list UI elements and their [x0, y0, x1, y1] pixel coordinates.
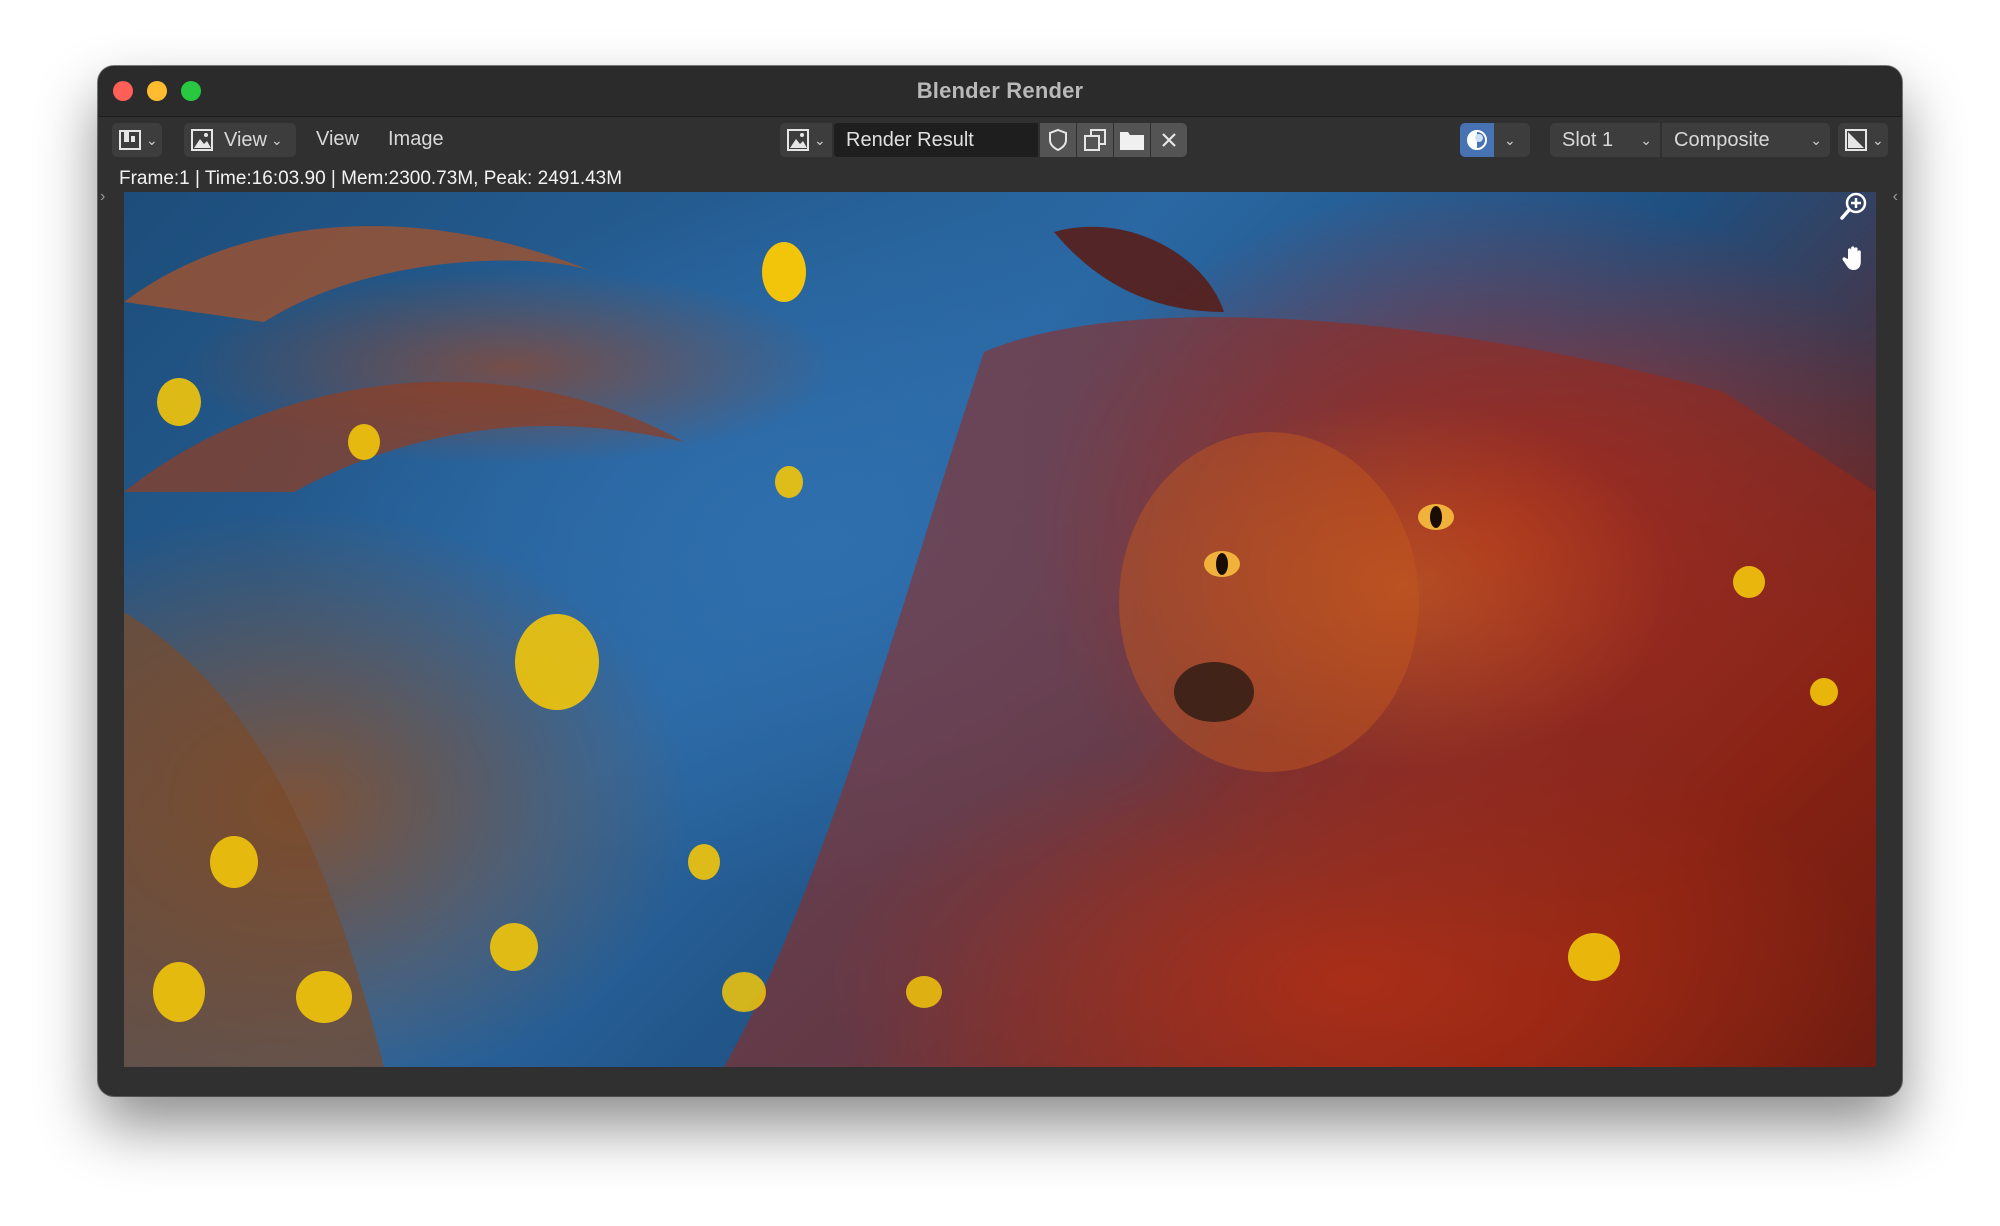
chevron-down-icon: ⌄ [1872, 131, 1884, 148]
layer-label: Composite [1674, 128, 1770, 151]
overlay-dropdown[interactable]: ⌄ [1838, 123, 1888, 157]
color-alpha-toggle[interactable] [1460, 123, 1494, 157]
image-editor-header: ⌄ View ⌄ View Image ⌄ Render Result ⌄ Sl… [98, 117, 1902, 163]
duplicate-icon [1084, 129, 1106, 151]
close-icon [1162, 133, 1176, 147]
layer-dropdown[interactable]: Composite ⌄ [1662, 123, 1830, 157]
view-mode-label: View [224, 128, 267, 151]
mask-icon [1845, 129, 1867, 151]
menu-view[interactable]: View [316, 128, 359, 151]
hand-icon [1842, 246, 1861, 270]
window-title: Blender Render [916, 78, 1084, 103]
chevron-down-icon: ⌄ [1810, 132, 1822, 148]
fake-user-button[interactable] [1040, 123, 1076, 157]
unlink-image-button[interactable] [1151, 123, 1187, 157]
slot-label: Slot 1 [1562, 128, 1614, 151]
display-channels-dropdown[interactable]: ⌄ [1460, 123, 1530, 157]
duplicate-image-button[interactable] [1077, 123, 1113, 157]
image-editor-icon [119, 130, 141, 150]
render-status-text: Frame:1 | Time:16:03.90 | Mem:2300.73M, … [119, 168, 623, 189]
browse-image-dropdown[interactable]: ⌄ [780, 123, 832, 157]
blender-window: Blender Render ⌄ View ⌄ View Image ⌄ Ren… [98, 66, 1902, 1096]
chevron-down-icon: ⌄ [814, 131, 826, 148]
view-mode-dropdown[interactable]: View ⌄ [184, 123, 296, 157]
slot-dropdown[interactable]: Slot 1 ⌄ [1550, 123, 1660, 157]
chevron-down-icon: ⌄ [146, 131, 158, 148]
image-name-field[interactable]: Render Result [834, 123, 1038, 157]
render-result-image[interactable] [124, 192, 1876, 1067]
chevron-down-icon: ⌄ [1504, 131, 1516, 148]
toolbar-expand-arrow[interactable]: › [100, 188, 105, 206]
title-bar: Blender Render [98, 66, 1902, 117]
sidebar-expand-arrow[interactable]: ‹ [1893, 188, 1898, 206]
image-icon [191, 129, 213, 151]
open-image-button[interactable] [1114, 123, 1150, 157]
chevron-down-icon: ⌄ [271, 131, 283, 148]
menu-image[interactable]: Image [388, 128, 444, 151]
zoom-in-icon [1840, 192, 1867, 220]
zoom-view-button[interactable] [1834, 192, 1874, 226]
editor-type-dropdown[interactable]: ⌄ [112, 123, 162, 157]
folder-icon [1120, 132, 1144, 150]
color-alpha-icon [1467, 130, 1487, 150]
shield-icon [1049, 128, 1067, 152]
chevron-down-icon: ⌄ [1640, 132, 1652, 148]
render-image-artwork [124, 226, 1876, 1067]
image-icon [787, 129, 809, 151]
pan-view-button[interactable] [1834, 238, 1874, 278]
